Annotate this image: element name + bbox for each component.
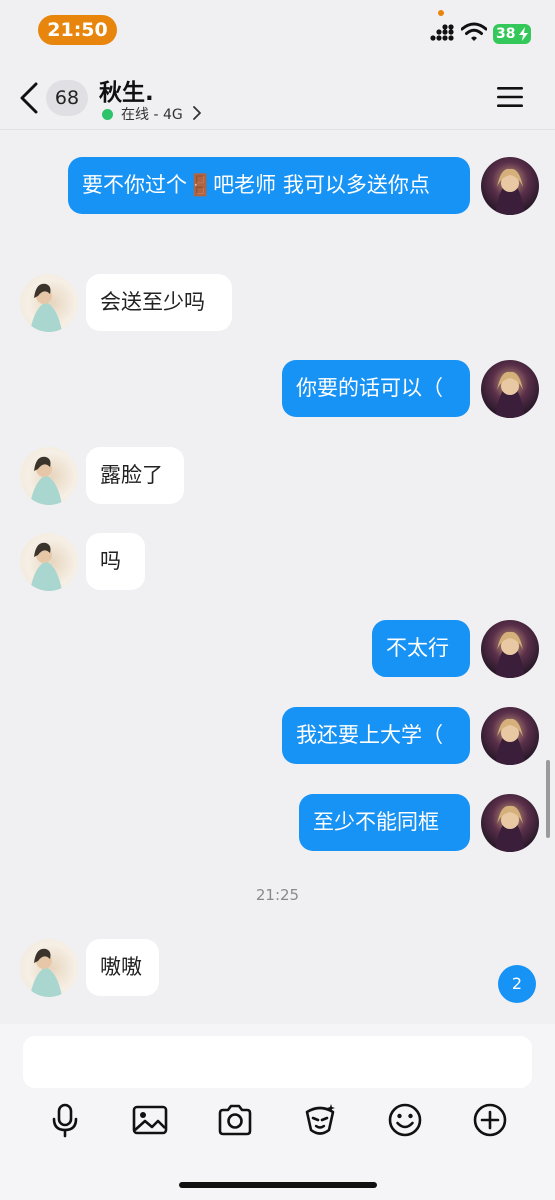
my-avatar[interactable] bbox=[481, 360, 539, 418]
message-bubble-sent[interactable]: 你要的话可以（ bbox=[282, 360, 470, 417]
message-bubble-sent[interactable]: 我还要上大学（ bbox=[282, 707, 470, 764]
message-bubble-sent[interactable]: 不太行 bbox=[372, 620, 470, 677]
battery-level: 38 bbox=[496, 26, 516, 42]
message-input[interactable] bbox=[23, 1036, 532, 1088]
timestamp-divider: 21:25 bbox=[255, 886, 300, 904]
contact-avatar[interactable] bbox=[20, 533, 78, 591]
online-status-dot bbox=[102, 109, 113, 120]
battery-indicator: 38 bbox=[493, 24, 531, 44]
status-bar: 21:50 38 bbox=[0, 0, 555, 58]
my-avatar[interactable] bbox=[481, 157, 539, 215]
contact-avatar[interactable] bbox=[20, 939, 78, 997]
sticker-icon[interactable] bbox=[302, 1102, 338, 1138]
contact-avatar[interactable] bbox=[20, 447, 78, 505]
plus-icon[interactable] bbox=[472, 1102, 508, 1138]
message-bubble-received[interactable]: 露脸了 bbox=[86, 447, 184, 504]
cellular-signal-icon bbox=[430, 24, 454, 41]
message-bubble-sent[interactable]: 要不你过个🚪吧老师 我可以多送你点 bbox=[68, 157, 470, 214]
contact-name[interactable]: 秋生. bbox=[99, 73, 154, 107]
microphone-icon[interactable] bbox=[47, 1102, 83, 1138]
charging-bolt-icon bbox=[519, 27, 528, 41]
message-bubble-received[interactable]: 嗷嗷 bbox=[86, 939, 159, 996]
online-status-text[interactable]: 在线 - 4G bbox=[121, 104, 183, 124]
chat-header: 68 秋生. 在线 - 4G bbox=[0, 58, 555, 130]
message-bubble-received[interactable]: 会送至少吗 bbox=[86, 274, 232, 331]
camera-icon[interactable] bbox=[217, 1102, 253, 1138]
privacy-indicator-dot bbox=[438, 10, 444, 16]
chevron-right-icon[interactable] bbox=[192, 106, 202, 120]
my-avatar[interactable] bbox=[481, 707, 539, 765]
wifi-icon bbox=[461, 22, 487, 41]
scrollbar[interactable] bbox=[546, 760, 550, 838]
unread-count-badge[interactable]: 68 bbox=[46, 80, 88, 116]
emoji-icon[interactable] bbox=[387, 1102, 423, 1138]
new-message-badge[interactable]: 2 bbox=[498, 965, 536, 1003]
image-icon[interactable] bbox=[132, 1102, 168, 1138]
input-area bbox=[0, 1024, 555, 1200]
contact-avatar[interactable] bbox=[20, 274, 78, 332]
menu-icon[interactable] bbox=[497, 86, 523, 108]
chevron-left-icon[interactable] bbox=[18, 82, 40, 114]
my-avatar[interactable] bbox=[481, 794, 539, 852]
my-avatar[interactable] bbox=[481, 620, 539, 678]
message-list[interactable]: 要不你过个🚪吧老师 我可以多送你点 会送至少吗 你要的话可以（ 露脸了 吗 不太… bbox=[0, 131, 555, 1024]
status-time[interactable]: 21:50 bbox=[38, 15, 117, 45]
chat-screen: 21:50 38 68 秋生. 在线 - 4G 要不你过个🚪吧老师 我可以多送你… bbox=[0, 0, 555, 1200]
message-bubble-sent[interactable]: 至少不能同框 bbox=[299, 794, 470, 851]
message-bubble-received[interactable]: 吗 bbox=[86, 533, 145, 590]
home-indicator[interactable] bbox=[179, 1182, 377, 1188]
